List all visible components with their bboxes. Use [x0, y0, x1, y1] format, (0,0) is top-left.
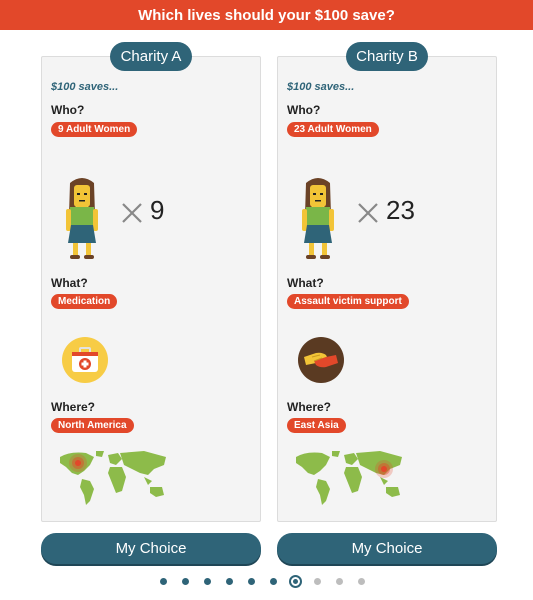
multiply-icon: [358, 203, 378, 223]
progress-dot: [160, 578, 167, 585]
progress-dot: [358, 578, 365, 585]
progress-dot-current: [289, 575, 302, 588]
what-label: What?: [51, 276, 88, 290]
page-title: Which lives should your $100 save?: [138, 6, 395, 24]
world-map-icon: [296, 451, 402, 505]
progress-dots: [0, 575, 533, 589]
where-tag: East Asia: [287, 418, 346, 433]
what-label: What?: [287, 276, 324, 290]
multiply-icon: [122, 203, 142, 223]
choose-charity-a-button[interactable]: My Choice: [41, 533, 261, 564]
progress-dot: [270, 578, 277, 585]
saves-label: $100 saves...: [287, 81, 355, 93]
choose-charity-b-button[interactable]: My Choice: [277, 533, 497, 564]
progress-dot: [314, 578, 321, 585]
who-tag: 9 Adult Women: [51, 122, 138, 137]
where-tag: North America: [51, 418, 134, 433]
who-label: Who?: [287, 103, 321, 117]
where-label: Where?: [287, 400, 332, 414]
progress-dot: [204, 578, 211, 585]
world-map-icon: [60, 451, 166, 505]
charity-card-b: $100 saves... Who? 23 Adult Women 23 Wha…: [277, 56, 497, 522]
people-count: 23: [386, 195, 415, 225]
who-label: Who?: [51, 103, 85, 117]
charity-card-a: $100 saves... Who? 9 Adult Women 9 What?…: [41, 56, 261, 522]
progress-dot: [336, 578, 343, 585]
progress-dot: [182, 578, 189, 585]
saves-label: $100 saves...: [51, 81, 119, 93]
helping-hands-icon: [298, 337, 344, 383]
page-header: Which lives should your $100 save?: [0, 0, 533, 30]
first-aid-kit-icon: [62, 337, 108, 383]
what-tag: Medication: [51, 294, 118, 309]
progress-dot: [226, 578, 233, 585]
who-tag: 23 Adult Women: [287, 122, 379, 137]
woman-icon: [66, 178, 98, 259]
where-label: Where?: [51, 400, 96, 414]
what-tag: Assault victim support: [287, 294, 409, 309]
people-count: 9: [150, 195, 165, 225]
charity-a-label: Charity A: [110, 42, 192, 71]
progress-dot: [248, 578, 255, 585]
woman-icon: [302, 178, 334, 259]
charity-b-label: Charity B: [346, 42, 428, 71]
